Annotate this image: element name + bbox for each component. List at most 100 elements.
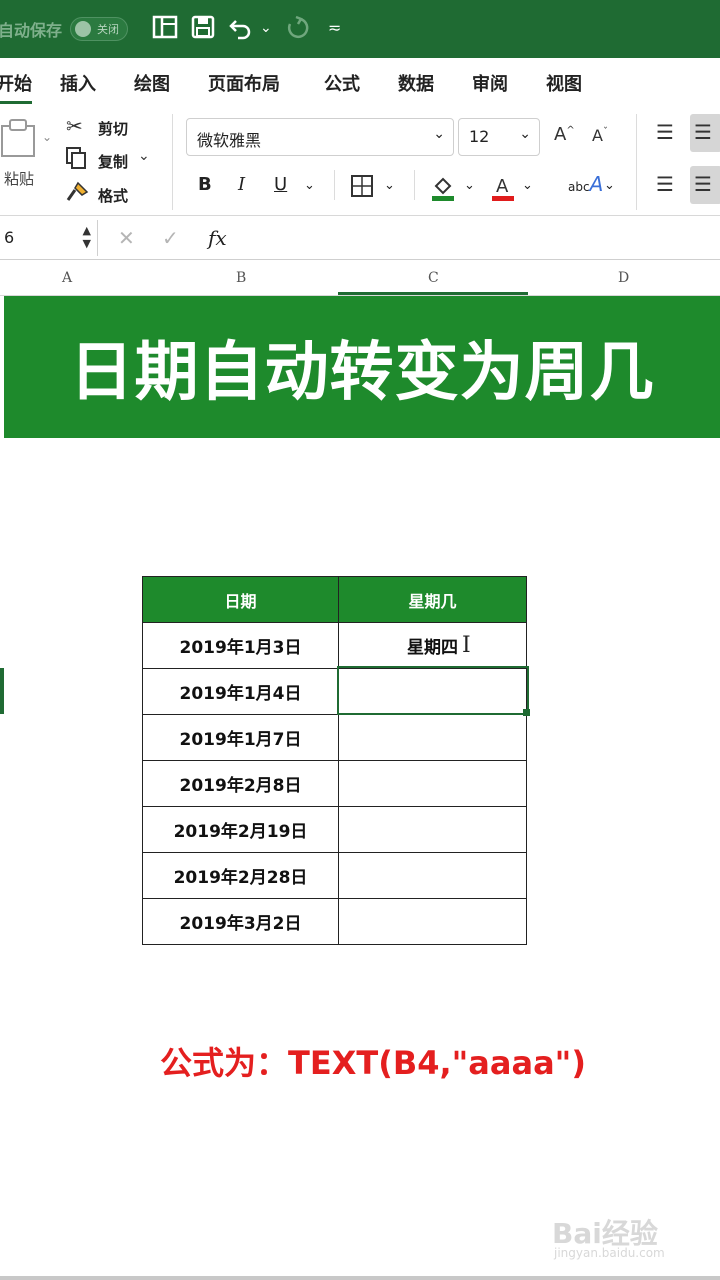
selected-cell-outline <box>337 666 529 715</box>
text-style-icon[interactable]: abcA <box>568 172 603 196</box>
undo-dropdown-icon[interactable]: ⌄ <box>260 14 272 42</box>
autosave-label: 自动保存 <box>0 21 63 40</box>
table-row: 2019年2月28日 <box>142 852 527 899</box>
cut-label[interactable]: 剪切 <box>98 118 128 139</box>
fill-color-dropdown-icon[interactable]: ⌄ <box>464 178 475 193</box>
fill-handle[interactable] <box>523 709 530 716</box>
name-box[interactable]: 6 ▲ ▼ <box>0 220 98 256</box>
table-row: 2019年2月19日 <box>142 806 527 853</box>
chevron-down-icon: ⌄ <box>519 126 531 142</box>
layout-icon[interactable] <box>152 14 178 46</box>
table-header-row: 日期 星期几 <box>142 576 527 623</box>
font-size-select[interactable]: 12 ⌄ <box>458 118 540 156</box>
column-header-c[interactable]: C <box>428 270 439 286</box>
weekday-cell[interactable]: 星期四 <box>338 622 527 669</box>
align-top-icon[interactable]: ☰ <box>656 120 674 144</box>
format-label[interactable]: 格式 <box>98 185 128 206</box>
title-bar: 自动保存 关闭 ⌄ ≂ <box>0 0 720 58</box>
font-color-dropdown-icon[interactable]: ⌄ <box>522 178 533 193</box>
weekday-cell[interactable] <box>338 898 527 945</box>
tab-home[interactable]: 开始 <box>0 70 32 104</box>
ribbon-separator <box>334 170 335 200</box>
name-box-value: 6 <box>4 228 15 247</box>
ribbon-separator <box>636 114 637 210</box>
date-cell[interactable]: 2019年2月28日 <box>142 852 339 899</box>
formula-caption: 公式为：TEXT(B4,"aaaa") <box>160 1044 586 1082</box>
underline-button[interactable]: U <box>274 174 287 195</box>
paste-label: 粘贴 <box>4 170 35 188</box>
selected-column-indicator <box>338 292 528 295</box>
text-style-dropdown-icon[interactable]: ⌄ <box>604 178 615 193</box>
row-selection-marker <box>0 668 4 714</box>
ribbon-separator <box>172 114 173 210</box>
copy-dropdown-icon[interactable]: ⌄ <box>138 148 150 164</box>
tab-formulas[interactable]: 公式 <box>324 70 360 96</box>
date-cell[interactable]: 2019年2月19日 <box>142 806 339 853</box>
autosave-toggle[interactable]: 关闭 <box>70 17 129 41</box>
weekday-cell[interactable] <box>338 760 527 807</box>
format-painter-icon[interactable] <box>64 180 90 209</box>
watermark-url: jingyan.baidu.com <box>554 1246 665 1260</box>
ribbon-tabs: 开始 插入 绘图 页面布局 公式 数据 审阅 视图 <box>0 58 720 104</box>
fx-icon[interactable]: fx <box>208 226 227 250</box>
underline-dropdown-icon[interactable]: ⌄ <box>304 178 315 193</box>
tab-insert[interactable]: 插入 <box>60 70 96 96</box>
scissors-icon[interactable]: ✂ <box>66 114 83 138</box>
enter-icon[interactable]: ✓ <box>162 226 179 250</box>
save-icon[interactable] <box>190 14 216 46</box>
tab-data[interactable]: 数据 <box>398 70 434 96</box>
font-family-select[interactable]: 微软雅黑 ⌄ <box>186 118 454 156</box>
date-table: 日期 星期几 2019年1月3日 星期四 2019年1月4日 2019年1月7日… <box>142 576 527 945</box>
tab-review[interactable]: 审阅 <box>472 70 508 96</box>
copy-icon[interactable] <box>64 146 88 175</box>
customize-icon[interactable]: ≂ <box>328 14 341 42</box>
column-header-b[interactable]: B <box>236 270 246 286</box>
date-cell[interactable]: 2019年1月4日 <box>142 668 339 715</box>
bold-button[interactable]: B <box>198 174 212 195</box>
italic-button[interactable]: I <box>238 174 245 195</box>
svg-text:A: A <box>496 176 509 197</box>
formula-bar: 6 ▲ ▼ ✕ ✓ fx <box>0 216 720 260</box>
date-cell[interactable]: 2019年3月2日 <box>142 898 339 945</box>
font-size-value: 12 <box>469 127 490 146</box>
ribbon: 粘贴 ⌄ ✂ 剪切 复制 ⌄ 格式 微软雅黑 ⌄ 12 ⌄ A^ Aˇ B I … <box>0 104 720 216</box>
tab-draw[interactable]: 绘图 <box>134 70 170 96</box>
weekday-cell[interactable] <box>338 714 527 761</box>
chevron-down-icon: ⌄ <box>433 126 445 142</box>
column-header-a[interactable]: A <box>62 270 72 286</box>
font-family-value: 微软雅黑 <box>197 131 262 150</box>
borders-icon[interactable] <box>350 174 374 203</box>
toggle-label: 关闭 <box>97 23 120 36</box>
borders-dropdown-icon[interactable]: ⌄ <box>384 178 395 193</box>
fill-color-icon[interactable] <box>430 174 456 207</box>
align-left-icon[interactable]: ☰ <box>656 172 674 196</box>
font-color-icon[interactable]: A <box>490 174 516 207</box>
name-box-stepper-icon[interactable]: ▲ ▼ <box>83 224 91 250</box>
date-cell[interactable]: 2019年1月3日 <box>142 622 339 669</box>
date-cell[interactable]: 2019年1月7日 <box>142 714 339 761</box>
banner-title: 日期自动转变为周几 <box>69 336 655 410</box>
column-headers: A B C D <box>0 262 720 296</box>
align-middle-icon[interactable]: ☰ <box>690 114 720 152</box>
cancel-icon[interactable]: ✕ <box>118 226 135 250</box>
table-row: 2019年1月7日 <box>142 714 527 761</box>
weekday-cell[interactable] <box>338 852 527 899</box>
copy-label[interactable]: 复制 <box>98 151 128 172</box>
header-date[interactable]: 日期 <box>142 576 339 623</box>
tab-page-layout[interactable]: 页面布局 <box>208 70 280 96</box>
decrease-font-icon[interactable]: Aˇ <box>592 126 608 145</box>
header-weekday[interactable]: 星期几 <box>338 576 527 623</box>
paste-icon[interactable] <box>0 118 40 167</box>
table-row: 2019年3月2日 <box>142 898 527 945</box>
paste-dropdown-icon[interactable]: ⌄ <box>42 130 52 144</box>
column-header-d[interactable]: D <box>618 270 629 286</box>
text-cursor-icon: I <box>462 633 471 658</box>
bottom-scrollbar[interactable] <box>0 1276 720 1280</box>
date-cell[interactable]: 2019年2月8日 <box>142 760 339 807</box>
increase-font-icon[interactable]: A^ <box>554 124 575 145</box>
undo-icon[interactable] <box>228 14 254 46</box>
redo-icon[interactable] <box>284 14 310 46</box>
tab-view[interactable]: 视图 <box>546 70 582 96</box>
weekday-cell[interactable] <box>338 806 527 853</box>
align-center-icon[interactable]: ☰ <box>690 166 720 204</box>
